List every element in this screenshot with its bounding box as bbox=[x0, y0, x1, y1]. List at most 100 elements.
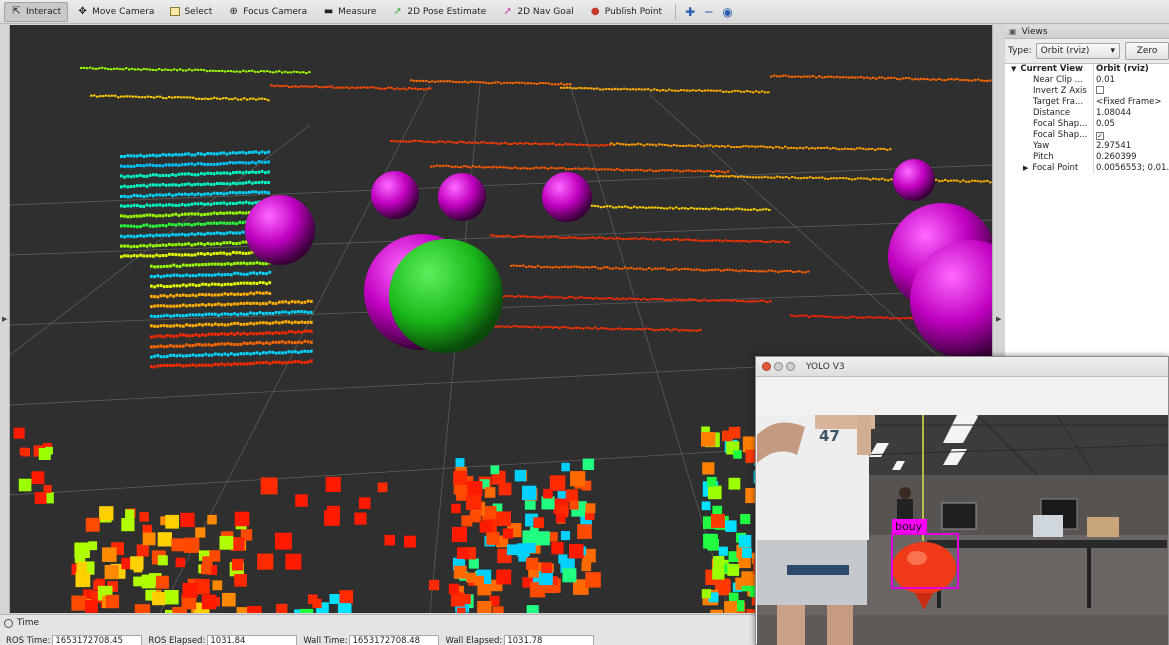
ros-elapsed-field[interactable]: 1031.84 bbox=[207, 635, 298, 645]
point-cloud-point bbox=[824, 177, 827, 180]
point-cloud-point bbox=[201, 333, 204, 337]
point-cloud-point bbox=[168, 174, 171, 178]
focal-shape-checkbox[interactable]: ✓ bbox=[1096, 132, 1104, 140]
yolo-titlebar[interactable]: YOLO V3 bbox=[756, 357, 1168, 377]
point-cloud-point bbox=[559, 167, 562, 169]
point-cloud-point bbox=[703, 145, 706, 148]
point-cloud-point bbox=[217, 363, 220, 367]
left-dock-handle[interactable]: ▶ bbox=[0, 25, 10, 613]
prop-pitch[interactable]: Pitch 0.260399 bbox=[1005, 152, 1169, 163]
wall-time-field[interactable]: 1653172708.48 bbox=[349, 635, 440, 645]
point-cloud-point bbox=[177, 172, 181, 176]
point-cloud-point bbox=[178, 353, 182, 357]
point-cloud-point bbox=[757, 145, 760, 148]
point-cloud-point bbox=[174, 223, 178, 227]
point-cloud-point bbox=[621, 267, 624, 270]
point-cloud-point bbox=[694, 170, 697, 173]
point-cloud-point bbox=[868, 315, 871, 318]
point-cloud-point bbox=[748, 240, 751, 243]
point-cloud-point bbox=[204, 363, 208, 367]
point-cloud-point bbox=[503, 81, 506, 84]
point-cloud-point bbox=[750, 208, 753, 211]
prop-focal-point[interactable]: ▶ Focal Point 0.0056553; 0.01... bbox=[1005, 163, 1169, 174]
prop-yaw[interactable]: Yaw 2.97541 bbox=[1005, 141, 1169, 152]
point-cloud-point bbox=[556, 236, 559, 238]
point-cloud-point bbox=[149, 68, 152, 71]
point-cloud-point bbox=[705, 269, 708, 272]
maximize-icon[interactable] bbox=[786, 362, 795, 371]
tool-2d-nav-goal[interactable]: ➚ 2D Nav Goal bbox=[495, 2, 580, 22]
tool-measure[interactable]: ▬ Measure bbox=[316, 2, 383, 22]
close-icon[interactable] bbox=[762, 362, 771, 371]
point-cloud-point bbox=[736, 239, 739, 242]
tool-options-icon[interactable]: ◉ bbox=[717, 5, 737, 19]
panel-close-icon[interactable]: ▣ bbox=[1009, 27, 1017, 36]
tool-select[interactable]: Select bbox=[163, 2, 219, 22]
point-cloud-point bbox=[447, 140, 450, 143]
point-cloud-point bbox=[257, 170, 261, 174]
point-cloud-point bbox=[303, 85, 306, 88]
point-cloud-point bbox=[664, 299, 667, 302]
point-cloud-point bbox=[294, 85, 297, 88]
point-cloud-point bbox=[803, 75, 806, 78]
point-cloud-point bbox=[222, 192, 226, 196]
point-cloud-point bbox=[310, 310, 313, 314]
point-cloud-point bbox=[139, 184, 142, 188]
near-point bbox=[339, 603, 351, 613]
expand-arrow-icon[interactable]: ▶ bbox=[1023, 164, 1028, 172]
prop-focal-shape-size[interactable]: Focal Shap... 0.05 bbox=[1005, 119, 1169, 130]
tool-focus-camera[interactable]: ⊕ Focus Camera bbox=[221, 2, 314, 22]
current-view-row[interactable]: ▼ Current View Orbit (rviz) bbox=[1005, 64, 1169, 75]
point-cloud-point bbox=[177, 242, 181, 246]
point-cloud-point bbox=[808, 147, 811, 150]
near-point bbox=[275, 532, 292, 550]
point-cloud-point bbox=[177, 96, 180, 99]
point-cloud-point bbox=[241, 230, 245, 234]
point-cloud-point bbox=[703, 298, 706, 301]
point-cloud-point bbox=[905, 77, 908, 79]
near-point bbox=[234, 574, 247, 587]
point-cloud-point bbox=[123, 184, 126, 188]
tool-publish-point[interactable]: ● Publish Point bbox=[583, 2, 669, 22]
point-cloud-point bbox=[661, 143, 664, 146]
point-cloud-point bbox=[209, 221, 213, 225]
point-cloud-point bbox=[510, 326, 513, 329]
wall-elapsed-field[interactable]: 1031.78 bbox=[504, 635, 595, 645]
point-cloud-point bbox=[310, 340, 313, 344]
point-cloud-point bbox=[576, 326, 579, 329]
near-point bbox=[543, 488, 553, 499]
tool-interact[interactable]: ⇱ Interact bbox=[4, 1, 69, 22]
zero-button[interactable]: Zero bbox=[1125, 42, 1169, 60]
point-cloud-point bbox=[123, 165, 126, 169]
point-cloud-point bbox=[630, 266, 633, 269]
prop-near-clip[interactable]: Near Clip ... 0.01 bbox=[1005, 75, 1169, 86]
prop-focal-shape-fixed[interactable]: Focal Shap... ✓ bbox=[1005, 130, 1169, 141]
point-cloud-point bbox=[265, 272, 268, 276]
near-point bbox=[71, 595, 87, 611]
point-cloud-point bbox=[475, 166, 478, 169]
view-type-select[interactable]: Orbit (rviz) ▾ bbox=[1035, 43, 1121, 59]
invert-z-checkbox[interactable] bbox=[1096, 86, 1104, 94]
point-cloud-point bbox=[303, 329, 307, 333]
point-cloud-point bbox=[752, 91, 755, 94]
point-cloud-point bbox=[201, 282, 204, 286]
remove-tool-icon[interactable]: ─ bbox=[700, 5, 717, 19]
point-cloud-point bbox=[243, 97, 246, 100]
ros-time-field[interactable]: 1653172708.45 bbox=[52, 635, 143, 645]
point-cloud-point bbox=[150, 345, 153, 349]
yolo-window[interactable]: YOLO V3 47 bouy bbox=[755, 356, 1169, 645]
tool-2d-pose-estimate[interactable]: ➚ 2D Pose Estimate bbox=[385, 2, 493, 22]
point-cloud-point bbox=[258, 302, 262, 306]
prop-target-frame[interactable]: Target Fra... <Fixed Frame> bbox=[1005, 97, 1169, 108]
minimize-icon[interactable] bbox=[774, 362, 783, 371]
collapse-arrow-icon[interactable]: ▼ bbox=[1011, 65, 1016, 73]
point-cloud-point bbox=[150, 314, 153, 318]
point-cloud-point bbox=[739, 300, 742, 303]
tool-move-camera[interactable]: ✥ Move Camera bbox=[70, 2, 161, 22]
prop-invert-z-axis[interactable]: Invert Z Axis bbox=[1005, 86, 1169, 97]
add-tool-icon[interactable]: ✚ bbox=[680, 5, 700, 19]
near-point bbox=[134, 604, 151, 613]
point-cloud-point bbox=[519, 142, 522, 145]
prop-distance[interactable]: Distance 1.08044 bbox=[1005, 108, 1169, 119]
point-cloud-point bbox=[166, 264, 169, 268]
